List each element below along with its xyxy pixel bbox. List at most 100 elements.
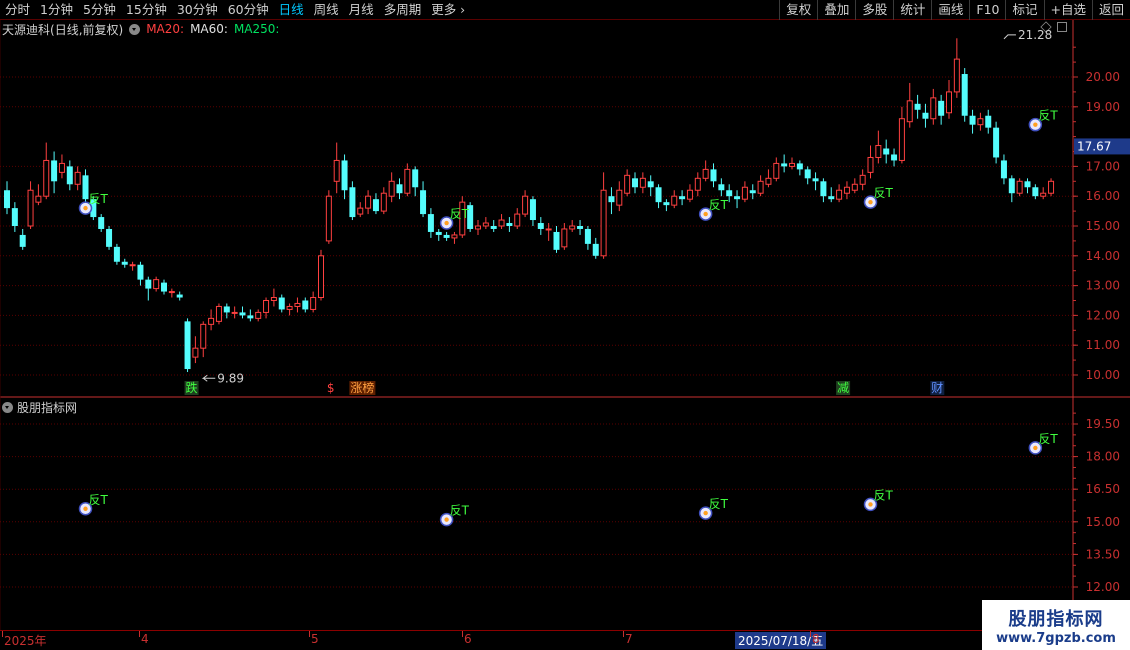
indicator-signal-4-label: 反T bbox=[1038, 432, 1058, 446]
watermark-logo: 股朋指标网 www.7gpzb.com bbox=[982, 600, 1130, 650]
price-tick-label-6: 16.00 bbox=[1086, 189, 1120, 203]
candle-body-92 bbox=[726, 190, 733, 197]
action-button-8[interactable]: 返回 bbox=[1091, 0, 1130, 20]
candle-body-131 bbox=[1032, 187, 1039, 197]
candle-body-75 bbox=[592, 243, 599, 256]
candle-body-122 bbox=[961, 74, 968, 116]
candle-body-120 bbox=[946, 91, 952, 114]
candle-body-81 bbox=[639, 177, 646, 188]
price-signal-3-label: 反T bbox=[874, 186, 894, 200]
period-tab-1[interactable]: 1分钟 bbox=[35, 0, 78, 20]
candle-body-13 bbox=[106, 228, 113, 247]
candle-body-107 bbox=[843, 186, 850, 194]
candle-body-127 bbox=[1000, 160, 1007, 179]
candle-body-30 bbox=[239, 312, 246, 316]
indicator-tick-label-0: 12.00 bbox=[1086, 580, 1120, 594]
candle-body-74 bbox=[584, 228, 591, 244]
candle-body-23 bbox=[184, 321, 191, 370]
action-button-5[interactable]: F10 bbox=[969, 0, 1005, 20]
candle-body-53 bbox=[420, 190, 427, 215]
candle-body-124 bbox=[977, 118, 984, 126]
candle-body-93 bbox=[734, 196, 741, 200]
candle-body-54 bbox=[427, 214, 434, 232]
candle-body-79 bbox=[624, 174, 631, 194]
period-tab-7[interactable]: 周线 bbox=[309, 0, 344, 20]
date-label-2: 5 bbox=[311, 632, 319, 646]
candle-body-15 bbox=[121, 261, 128, 265]
price-signal-1-dot bbox=[444, 220, 449, 226]
candle-body-24 bbox=[192, 347, 199, 358]
candle-body-43 bbox=[341, 160, 348, 191]
candle-body-109 bbox=[859, 174, 866, 185]
period-tab-8[interactable]: 月线 bbox=[344, 0, 379, 20]
period-tab-10[interactable]: 更多 › bbox=[426, 0, 470, 20]
period-tab-4[interactable]: 30分钟 bbox=[172, 0, 223, 20]
period-tab-9[interactable]: 多周期 bbox=[379, 0, 427, 20]
candle-body-8 bbox=[66, 166, 73, 185]
period-tab-5[interactable]: 60分钟 bbox=[223, 0, 274, 20]
watermark-title: 股朋指标网 bbox=[1008, 608, 1104, 630]
candle-body-26 bbox=[208, 317, 215, 325]
price-signal-0-dot bbox=[83, 205, 88, 211]
candle-body-48 bbox=[380, 192, 387, 212]
date-label-1: 4 bbox=[141, 632, 149, 646]
event-marker-3: 减 bbox=[837, 381, 849, 395]
indicator-signal-3-dot bbox=[868, 502, 873, 507]
candle-body-87 bbox=[686, 189, 693, 200]
indicator-signal-3-label: 反T bbox=[874, 488, 894, 502]
action-button-7[interactable]: +自选 bbox=[1043, 0, 1092, 20]
candle-body-110 bbox=[867, 156, 874, 173]
candle-body-113 bbox=[891, 154, 898, 161]
date-tick-6 bbox=[810, 631, 811, 637]
candle-body-68 bbox=[537, 223, 544, 229]
indicator-tick-label-3: 16.50 bbox=[1086, 482, 1120, 496]
candle-body-7 bbox=[58, 162, 65, 173]
candle-body-71 bbox=[561, 228, 568, 248]
candle-body-100 bbox=[789, 162, 795, 167]
event-marker-0: 跌 bbox=[186, 380, 198, 395]
indicator-signal-1-dot bbox=[444, 517, 449, 522]
candle-body-37 bbox=[294, 302, 301, 307]
date-tick-4 bbox=[623, 631, 624, 637]
indicator-tick-label-2: 15.00 bbox=[1086, 515, 1120, 529]
candle-body-12 bbox=[98, 217, 105, 229]
candle-body-50 bbox=[396, 184, 403, 194]
candle-body-2 bbox=[19, 234, 26, 247]
action-button-6[interactable]: 标记 bbox=[1005, 0, 1043, 20]
price-tick-label-9: 20.00 bbox=[1086, 70, 1120, 84]
candle-body-61 bbox=[482, 222, 489, 227]
candle-body-70 bbox=[553, 231, 560, 250]
candle-body-41 bbox=[325, 195, 332, 242]
candle-body-78 bbox=[616, 189, 623, 206]
period-tab-0[interactable]: 分时 bbox=[0, 0, 35, 20]
candle-body-57 bbox=[451, 234, 458, 239]
candle-body-56 bbox=[443, 234, 450, 238]
candle-body-1 bbox=[11, 208, 18, 226]
candle-body-36 bbox=[286, 305, 293, 310]
candle-body-18 bbox=[145, 279, 152, 289]
action-button-4[interactable]: 画线 bbox=[931, 0, 969, 20]
candle-body-115 bbox=[906, 100, 913, 123]
action-button-0[interactable]: 复权 bbox=[779, 0, 817, 20]
price-chart[interactable]: 10.00 11.00 12.00 13.00 14.00 15.00 16.00 17.00… bbox=[0, 20, 1130, 630]
candle-body-76 bbox=[600, 189, 607, 257]
date-tick-2 bbox=[309, 631, 310, 637]
period-tab-6[interactable]: 日线 bbox=[274, 0, 309, 20]
candle-body-64 bbox=[506, 223, 513, 226]
indicator-signal-1-label: 反T bbox=[450, 504, 470, 518]
action-button-2[interactable]: 多股 bbox=[855, 0, 893, 20]
candle-body-66 bbox=[522, 195, 529, 215]
period-tab-2[interactable]: 5分钟 bbox=[78, 0, 121, 20]
indicator-dropdown-icon[interactable] bbox=[2, 402, 13, 413]
candle-body-103 bbox=[812, 178, 819, 182]
candle-body-86 bbox=[679, 196, 686, 200]
price-tick-label-0: 10.00 bbox=[1086, 368, 1120, 382]
action-button-1[interactable]: 叠加 bbox=[817, 0, 855, 20]
action-button-3[interactable]: 统计 bbox=[893, 0, 931, 20]
candle-body-111 bbox=[875, 145, 882, 158]
date-tick-0 bbox=[2, 631, 3, 637]
period-tab-3[interactable]: 15分钟 bbox=[121, 0, 172, 20]
candle-body-82 bbox=[647, 181, 654, 188]
candle-body-83 bbox=[655, 187, 662, 203]
event-marker-4: 财 bbox=[931, 381, 943, 395]
